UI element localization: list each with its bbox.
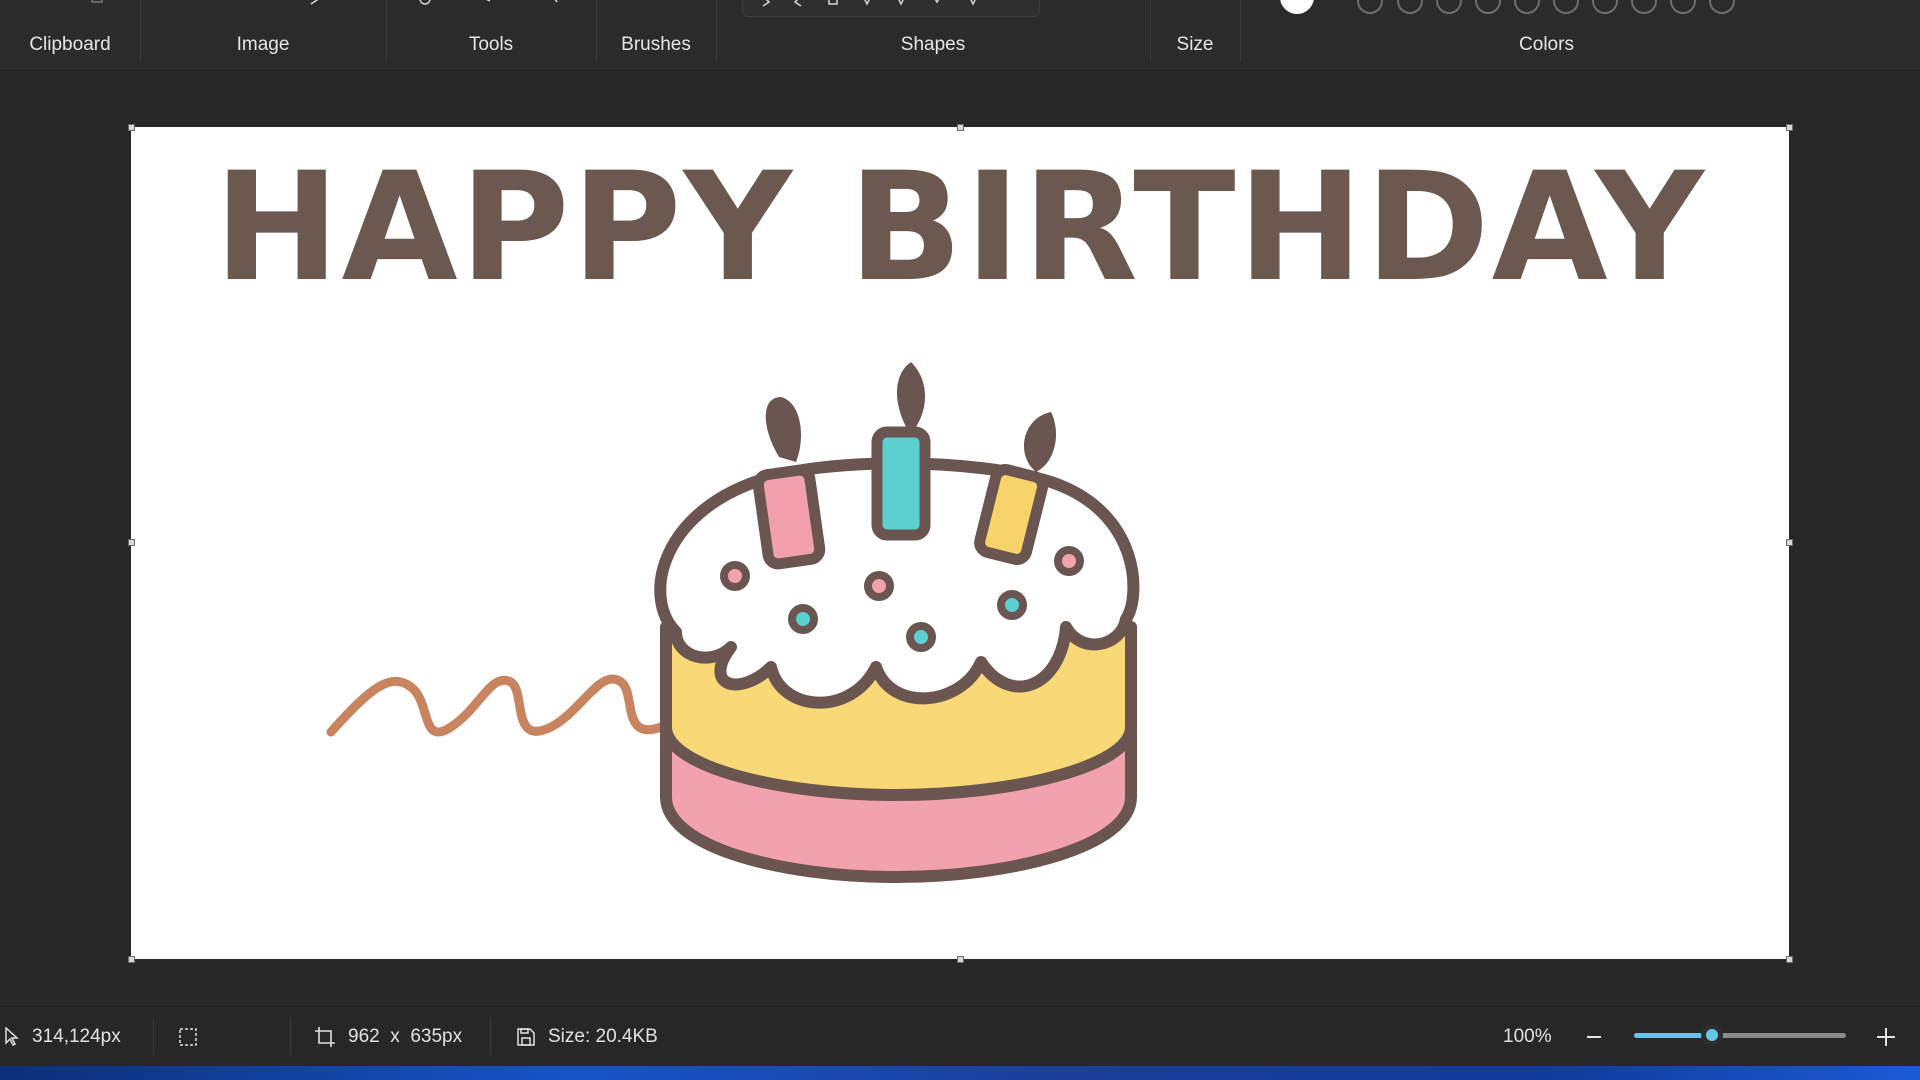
canvas-size-value: 962 x 635px	[348, 1026, 463, 1047]
fill-icon[interactable]	[416, 0, 434, 8]
birthday-cake-drawing	[326, 362, 1140, 883]
resize-handle-bottom[interactable]	[957, 956, 964, 963]
palette-swatch[interactable]	[1357, 0, 1383, 14]
palette-swatch[interactable]	[1553, 0, 1579, 14]
canvas-workspace: HAPPY BIRTHDAY	[0, 71, 1920, 1006]
canvas-size: 962 x 635px	[314, 1025, 462, 1049]
zoom-percent-value: 100%	[1503, 1026, 1552, 1047]
palette-swatch[interactable]	[1709, 0, 1735, 14]
canvas-size-icon	[315, 1027, 335, 1047]
candle-left	[752, 397, 826, 570]
size-group: Size	[1150, 0, 1240, 70]
file-size: Size: 20.4KB	[516, 1025, 658, 1049]
drawing-canvas[interactable]: HAPPY BIRTHDAY	[128, 124, 1793, 963]
size-label[interactable]: Size	[1150, 34, 1240, 56]
sprinkle	[1054, 546, 1084, 576]
sprinkle	[788, 604, 818, 634]
magnifier-icon[interactable]	[548, 0, 566, 8]
zoom-in-button[interactable]	[1872, 1023, 1900, 1051]
status-separator	[153, 1019, 154, 1055]
colors-group: Colors	[1240, 0, 1853, 70]
sprinkle	[864, 571, 894, 601]
selection-icon	[179, 1028, 197, 1046]
palette-swatch[interactable]	[1436, 0, 1462, 14]
shape-outline-icon[interactable]	[1074, 0, 1104, 8]
colors-label[interactable]: Colors	[1240, 34, 1853, 56]
save-icon	[517, 1028, 535, 1046]
shapes-gallery[interactable]	[742, 0, 1040, 17]
brushes-label[interactable]: Brushes	[596, 34, 716, 56]
primary-color-swatch[interactable]	[1280, 0, 1314, 14]
sprinkle	[997, 590, 1027, 620]
tools-label[interactable]: Tools	[386, 34, 596, 56]
resize-handle-top-right[interactable]	[1786, 124, 1793, 131]
shapes-label[interactable]: Shapes	[716, 34, 1150, 56]
palette-swatch[interactable]	[1397, 0, 1423, 14]
cursor-position: 314,124px	[4, 1025, 121, 1049]
minus-icon	[1587, 1036, 1601, 1038]
pointer-icon	[5, 1027, 19, 1047]
palette-swatch[interactable]	[1592, 0, 1618, 14]
brushes-group: Brushes	[596, 0, 716, 70]
image-group: Image	[140, 0, 386, 70]
resize-handle-right[interactable]	[1786, 539, 1793, 546]
taskbar-peek	[0, 1066, 1920, 1080]
sprinkle	[906, 622, 936, 652]
palette-swatch[interactable]	[1670, 0, 1696, 14]
status-separator	[490, 1019, 491, 1055]
candle-middle	[871, 362, 931, 541]
resize-handle-top[interactable]	[957, 124, 964, 131]
zoom-slider[interactable]	[1634, 1024, 1846, 1046]
file-size-value: Size: 20.4KB	[548, 1026, 658, 1047]
paste-icon[interactable]	[88, 0, 106, 8]
sprinkle	[720, 561, 750, 591]
palette-swatch[interactable]	[1514, 0, 1540, 14]
text-icon[interactable]	[476, 0, 494, 8]
select-icon[interactable]	[244, 0, 262, 8]
status-separator	[290, 1019, 291, 1055]
shapes-gallery-icons	[762, 0, 976, 7]
status-bar: 314,124px 962 x 635px Size: 20.4KB 100%	[0, 1006, 1920, 1067]
palette-swatch[interactable]	[1631, 0, 1657, 14]
rotate-icon[interactable]	[306, 0, 324, 8]
resize-handle-bottom-left[interactable]	[128, 956, 135, 963]
resize-handle-top-left[interactable]	[128, 124, 135, 131]
clipboard-group: Clipboard	[0, 0, 140, 70]
clipboard-label[interactable]: Clipboard	[0, 34, 140, 56]
cursor-position-value: 314,124px	[32, 1026, 121, 1047]
zoom-percent[interactable]: 100%	[1503, 1025, 1552, 1049]
selection-size	[178, 1025, 198, 1049]
tools-group: Tools	[386, 0, 596, 70]
zoom-out-button[interactable]	[1580, 1023, 1608, 1051]
ribbon-toolbar: Clipboard Image Tools Brushes Shapes Siz…	[0, 0, 1920, 71]
plus-icon	[1877, 1028, 1895, 1046]
resize-handle-left[interactable]	[128, 539, 135, 546]
resize-handle-bottom-right[interactable]	[1786, 956, 1793, 963]
image-label[interactable]: Image	[140, 34, 386, 56]
palette-swatch[interactable]	[1475, 0, 1501, 14]
